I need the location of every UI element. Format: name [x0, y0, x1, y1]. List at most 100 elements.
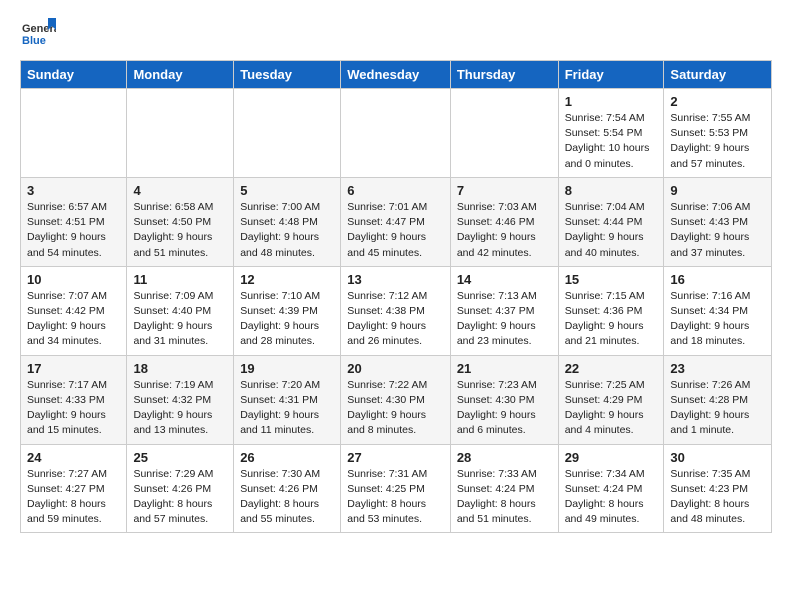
day-number: 5 — [240, 183, 334, 198]
calendar-cell: 27 Sunrise: 7:31 AM Sunset: 4:25 PM Dayli… — [341, 444, 451, 533]
day-number: 13 — [347, 272, 444, 287]
calendar-cell: 10 Sunrise: 7:07 AM Sunset: 4:42 PM Dayli… — [21, 266, 127, 355]
weekday-header-monday: Monday — [127, 61, 234, 89]
day-number: 20 — [347, 361, 444, 376]
calendar-cell: 5Sunrise: 7:00 AM Sunset: 4:48 PM Daylig… — [234, 177, 341, 266]
day-number: 11 — [133, 272, 227, 287]
day-info: Sunrise: 7:10 AM Sunset: 4:39 PM Dayligh… — [240, 289, 334, 350]
day-number: 23 — [670, 361, 765, 376]
calendar-cell: 2Sunrise: 7:55 AM Sunset: 5:53 PM Daylig… — [664, 89, 772, 178]
day-number: 19 — [240, 361, 334, 376]
weekday-header-thursday: Thursday — [450, 61, 558, 89]
svg-text:Blue: Blue — [22, 35, 46, 47]
day-number: 29 — [565, 450, 658, 465]
calendar-cell: 11 Sunrise: 7:09 AM Sunset: 4:40 PM Dayli… — [127, 266, 234, 355]
page: General Blue SundayMondayTuesdayWednesda… — [0, 0, 792, 549]
day-number: 14 — [457, 272, 552, 287]
day-number: 15 — [565, 272, 658, 287]
calendar-week-3: 10 Sunrise: 7:07 AM Sunset: 4:42 PM Dayli… — [21, 266, 772, 355]
day-number: 6 — [347, 183, 444, 198]
day-number: 9 — [670, 183, 765, 198]
weekday-header-tuesday: Tuesday — [234, 61, 341, 89]
calendar-cell: 22 Sunrise: 7:25 AM Sunset: 4:29 PM Dayli… — [558, 355, 664, 444]
day-info: Sunrise: 7:20 AM Sunset: 4:31 PM Dayligh… — [240, 378, 334, 439]
day-info: Sunrise: 7:06 AM Sunset: 4:43 PM Dayligh… — [670, 200, 765, 261]
day-info: Sunrise: 7:13 AM Sunset: 4:37 PM Dayligh… — [457, 289, 552, 350]
day-info: Sunrise: 7:04 AM Sunset: 4:44 PM Dayligh… — [565, 200, 658, 261]
day-number: 17 — [27, 361, 120, 376]
calendar-cell — [21, 89, 127, 178]
calendar-week-1: 1Sunrise: 7:54 AM Sunset: 5:54 PM Daylig… — [21, 89, 772, 178]
day-info: Sunrise: 7:19 AM Sunset: 4:32 PM Dayligh… — [133, 378, 227, 439]
calendar-cell: 3 Sunrise: 6:57 AM Sunset: 4:51 PM Daylig… — [21, 177, 127, 266]
calendar-cell: 4 Sunrise: 6:58 AM Sunset: 4:50 PM Daylig… — [127, 177, 234, 266]
day-number: 25 — [133, 450, 227, 465]
calendar-week-4: 17 Sunrise: 7:17 AM Sunset: 4:33 PM Dayli… — [21, 355, 772, 444]
calendar-week-5: 24 Sunrise: 7:27 AM Sunset: 4:27 PM Dayli… — [21, 444, 772, 533]
logo-icon: General Blue — [20, 16, 56, 52]
day-info: Sunrise: 7:29 AM Sunset: 4:26 PM Dayligh… — [133, 467, 227, 528]
calendar-cell — [341, 89, 451, 178]
day-info: Sunrise: 6:57 AM Sunset: 4:51 PM Dayligh… — [27, 200, 120, 261]
calendar-cell: 25 Sunrise: 7:29 AM Sunset: 4:26 PM Dayli… — [127, 444, 234, 533]
calendar-cell: 1Sunrise: 7:54 AM Sunset: 5:54 PM Daylig… — [558, 89, 664, 178]
calendar-cell: 9 Sunrise: 7:06 AM Sunset: 4:43 PM Daylig… — [664, 177, 772, 266]
logo: General Blue — [20, 16, 60, 52]
calendar-cell: 14 Sunrise: 7:13 AM Sunset: 4:37 PM Dayli… — [450, 266, 558, 355]
calendar-cell: 23 Sunrise: 7:26 AM Sunset: 4:28 PM Dayli… — [664, 355, 772, 444]
weekday-header-saturday: Saturday — [664, 61, 772, 89]
calendar-cell: 7 Sunrise: 7:03 AM Sunset: 4:46 PM Daylig… — [450, 177, 558, 266]
calendar-cell — [450, 89, 558, 178]
calendar-cell — [234, 89, 341, 178]
day-number: 7 — [457, 183, 552, 198]
calendar-cell: 17 Sunrise: 7:17 AM Sunset: 4:33 PM Dayli… — [21, 355, 127, 444]
day-info: Sunrise: 7:27 AM Sunset: 4:27 PM Dayligh… — [27, 467, 120, 528]
weekday-header-wednesday: Wednesday — [341, 61, 451, 89]
day-info: Sunrise: 7:54 AM Sunset: 5:54 PM Dayligh… — [565, 111, 658, 172]
weekday-header-sunday: Sunday — [21, 61, 127, 89]
day-info: Sunrise: 7:22 AM Sunset: 4:30 PM Dayligh… — [347, 378, 444, 439]
day-number: 4 — [133, 183, 227, 198]
day-info: Sunrise: 7:03 AM Sunset: 4:46 PM Dayligh… — [457, 200, 552, 261]
calendar-cell: 16Sunrise: 7:16 AM Sunset: 4:34 PM Dayli… — [664, 266, 772, 355]
day-info: Sunrise: 7:01 AM Sunset: 4:47 PM Dayligh… — [347, 200, 444, 261]
day-number: 22 — [565, 361, 658, 376]
day-info: Sunrise: 7:17 AM Sunset: 4:33 PM Dayligh… — [27, 378, 120, 439]
day-info: Sunrise: 7:55 AM Sunset: 5:53 PM Dayligh… — [670, 111, 765, 172]
calendar-week-2: 3 Sunrise: 6:57 AM Sunset: 4:51 PM Daylig… — [21, 177, 772, 266]
calendar-cell: 12 Sunrise: 7:10 AM Sunset: 4:39 PM Dayli… — [234, 266, 341, 355]
day-number: 28 — [457, 450, 552, 465]
calendar-cell: 26 Sunrise: 7:30 AM Sunset: 4:26 PM Dayli… — [234, 444, 341, 533]
calendar-cell: 13 Sunrise: 7:12 AM Sunset: 4:38 PM Dayli… — [341, 266, 451, 355]
calendar-cell: 28 Sunrise: 7:33 AM Sunset: 4:24 PM Dayli… — [450, 444, 558, 533]
day-number: 21 — [457, 361, 552, 376]
calendar-cell: 15 Sunrise: 7:15 AM Sunset: 4:36 PM Dayli… — [558, 266, 664, 355]
calendar-cell: 29 Sunrise: 7:34 AM Sunset: 4:24 PM Dayli… — [558, 444, 664, 533]
day-info: Sunrise: 7:15 AM Sunset: 4:36 PM Dayligh… — [565, 289, 658, 350]
day-info: Sunrise: 7:09 AM Sunset: 4:40 PM Dayligh… — [133, 289, 227, 350]
calendar-cell — [127, 89, 234, 178]
calendar-cell: 19 Sunrise: 7:20 AM Sunset: 4:31 PM Dayli… — [234, 355, 341, 444]
day-info: Sunrise: 7:33 AM Sunset: 4:24 PM Dayligh… — [457, 467, 552, 528]
day-info: Sunrise: 7:26 AM Sunset: 4:28 PM Dayligh… — [670, 378, 765, 439]
day-number: 12 — [240, 272, 334, 287]
calendar-cell: 8Sunrise: 7:04 AM Sunset: 4:44 PM Daylig… — [558, 177, 664, 266]
day-info: Sunrise: 7:07 AM Sunset: 4:42 PM Dayligh… — [27, 289, 120, 350]
day-number: 24 — [27, 450, 120, 465]
day-number: 30 — [670, 450, 765, 465]
header-row: General Blue — [20, 16, 772, 52]
day-number: 3 — [27, 183, 120, 198]
day-number: 26 — [240, 450, 334, 465]
day-info: Sunrise: 7:30 AM Sunset: 4:26 PM Dayligh… — [240, 467, 334, 528]
day-info: Sunrise: 7:34 AM Sunset: 4:24 PM Dayligh… — [565, 467, 658, 528]
day-info: Sunrise: 7:12 AM Sunset: 4:38 PM Dayligh… — [347, 289, 444, 350]
day-number: 18 — [133, 361, 227, 376]
day-number: 27 — [347, 450, 444, 465]
day-info: Sunrise: 7:31 AM Sunset: 4:25 PM Dayligh… — [347, 467, 444, 528]
calendar-cell: 30Sunrise: 7:35 AM Sunset: 4:23 PM Dayli… — [664, 444, 772, 533]
day-number: 10 — [27, 272, 120, 287]
day-info: Sunrise: 6:58 AM Sunset: 4:50 PM Dayligh… — [133, 200, 227, 261]
day-info: Sunrise: 7:25 AM Sunset: 4:29 PM Dayligh… — [565, 378, 658, 439]
calendar-cell: 18 Sunrise: 7:19 AM Sunset: 4:32 PM Dayli… — [127, 355, 234, 444]
weekday-header-friday: Friday — [558, 61, 664, 89]
